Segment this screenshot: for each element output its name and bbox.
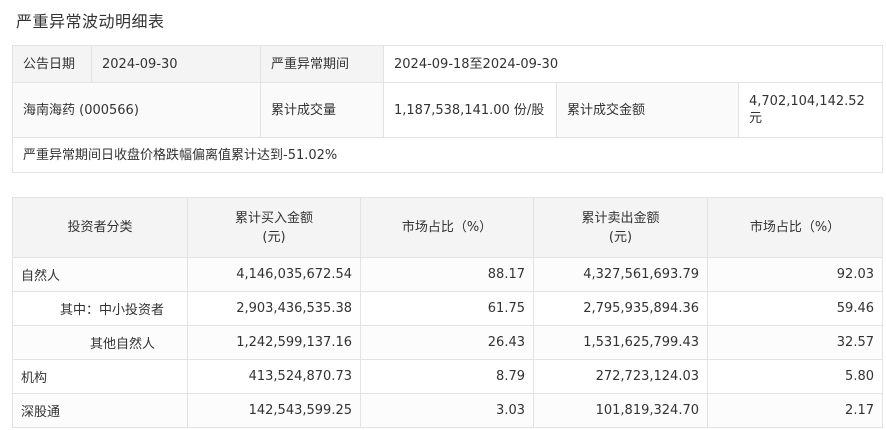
- header-buy-share: 市场占比（%）: [360, 197, 534, 258]
- summary-table: 公告日期 2024-09-30 严重异常期间 2024-09-18至2024-0…: [12, 45, 883, 173]
- table-row: 深股通 142,543,599.25 3.03 101,819,324.70 2…: [12, 393, 883, 428]
- category-cell: 机构: [12, 359, 188, 394]
- sell-share-cell: 2.17: [707, 393, 883, 428]
- table-row: 其中：中小投资者 2,903,436,535.38 61.75 2,795,93…: [12, 291, 883, 326]
- buy-share-cell: 26.43: [360, 325, 534, 360]
- sell-amount-cell: 101,819,324.70: [533, 393, 708, 428]
- buy-share-cell: 88.17: [360, 257, 534, 292]
- announce-date-label: 公告日期: [12, 45, 92, 83]
- category-cell: 自然人: [12, 257, 188, 292]
- sell-amount-cell: 272,723,124.03: [533, 359, 708, 394]
- buy-amount-cell: 2,903,436,535.38: [187, 291, 361, 326]
- buy-amount-cell: 1,242,599,137.16: [187, 325, 361, 360]
- table-row: 其他自然人 1,242,599,137.16 26.43 1,531,625,7…: [12, 325, 883, 360]
- period-label: 严重异常期间: [260, 45, 384, 83]
- buy-share-cell: 8.79: [360, 359, 534, 394]
- category-cell: 其他自然人: [12, 325, 188, 360]
- buy-amount-cell: 142,543,599.25: [187, 393, 361, 428]
- sell-share-cell: 59.46: [707, 291, 883, 326]
- stock-name: 海南海药 (000566): [12, 82, 261, 138]
- buy-amount-cell: 413,524,870.73: [187, 359, 361, 394]
- amount-label: 累计成交金额: [556, 82, 739, 138]
- header-sell-share: 市场占比（%）: [707, 197, 883, 258]
- period-value: 2024-09-18至2024-09-30: [383, 45, 883, 83]
- volume-value: 1,187,538,141.00 份/股: [383, 82, 557, 138]
- table-row: 自然人 4,146,035,672.54 88.17 4,327,561,693…: [12, 257, 883, 292]
- sell-share-cell: 92.03: [707, 257, 883, 292]
- volume-label: 累计成交量: [260, 82, 384, 138]
- sell-amount-cell: 4,327,561,693.79: [533, 257, 708, 292]
- investor-flow-table: 投资者分类 累计买入金额 (元) 市场占比（%） 累计卖出金额 (元) 市场占比…: [12, 197, 883, 428]
- header-buy-amount: 累计买入金额 (元): [187, 197, 361, 258]
- amount-value: 4,702,104,142.52 元: [738, 82, 883, 138]
- buy-amount-cell: 4,146,035,672.54: [187, 257, 361, 292]
- header-sell-amount: 累计卖出金额 (元): [533, 197, 708, 258]
- buy-share-cell: 3.03: [360, 393, 534, 428]
- sell-amount-cell: 1,531,625,799.43: [533, 325, 708, 360]
- table-row: 机构 413,524,870.73 8.79 272,723,124.03 5.…: [12, 359, 883, 394]
- page-title: 严重异常波动明细表: [16, 12, 165, 31]
- sell-share-cell: 5.80: [707, 359, 883, 394]
- header-category: 投资者分类: [12, 197, 188, 258]
- sell-share-cell: 32.57: [707, 325, 883, 360]
- category-cell: 深股通: [12, 393, 188, 428]
- sell-amount-cell: 2,795,935,894.36: [533, 291, 708, 326]
- buy-share-cell: 61.75: [360, 291, 534, 326]
- announce-date-value: 2024-09-30: [91, 45, 261, 83]
- deviation-note: 严重异常期间日收盘价格跌幅偏离值累计达到-51.02%: [12, 137, 883, 173]
- category-cell: 其中：中小投资者: [12, 291, 188, 326]
